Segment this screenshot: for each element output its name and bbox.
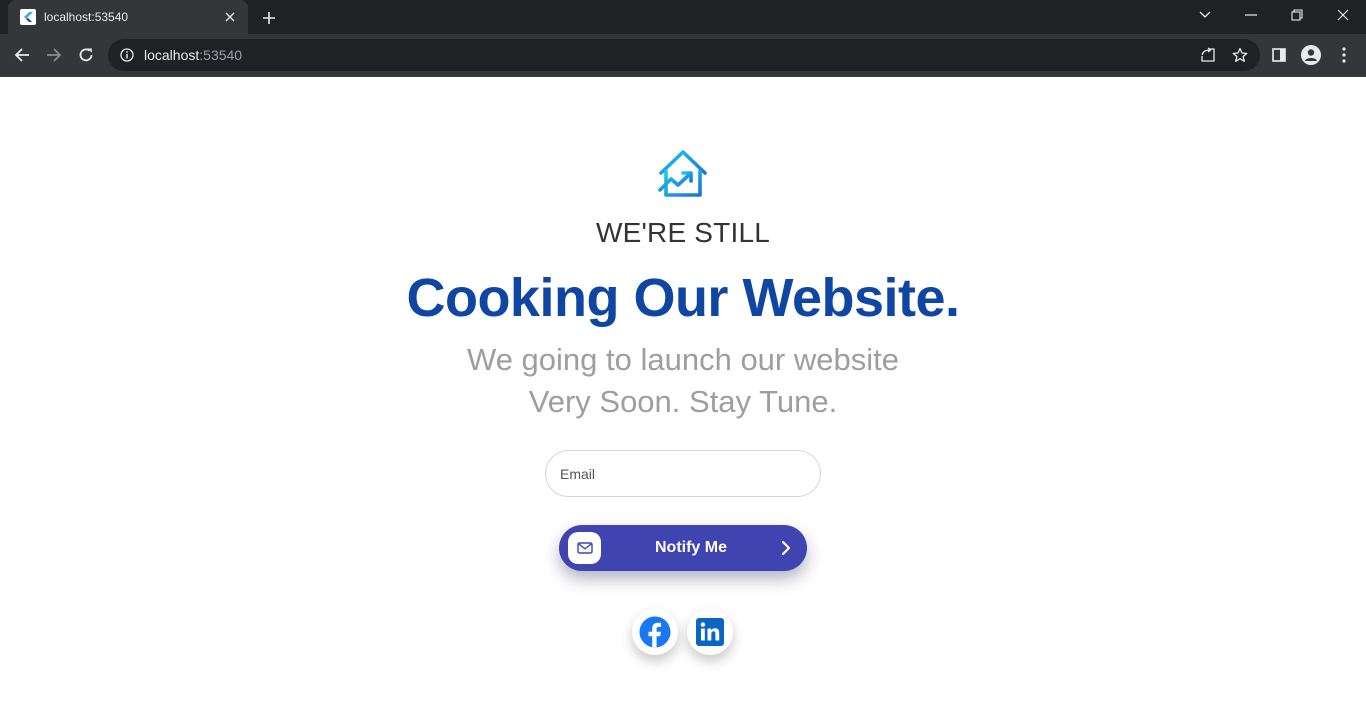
window-close-icon[interactable] xyxy=(1320,0,1366,30)
page-headline: Cooking Our Website. xyxy=(406,268,960,328)
email-field[interactable] xyxy=(545,450,821,497)
url-host: localhost xyxy=(144,47,200,63)
linkedin-button[interactable] xyxy=(687,609,733,655)
facebook-icon xyxy=(639,616,671,648)
subline-1: We going to launch our website xyxy=(467,342,899,377)
bookmark-star-icon[interactable] xyxy=(1226,41,1254,69)
facebook-button[interactable] xyxy=(632,609,678,655)
notify-me-button[interactable]: Notify Me xyxy=(559,525,807,571)
browser-toolbar: localhost:53540 xyxy=(0,34,1366,76)
house-trend-up-icon xyxy=(657,149,709,199)
profile-avatar-icon[interactable] xyxy=(1297,41,1325,69)
subline-2: Very Soon. Stay Tune. xyxy=(528,384,838,419)
kebab-menu-icon[interactable] xyxy=(1330,41,1358,69)
coming-soon-page: WE'RE STILL Cooking Our Website. We goin… xyxy=(0,77,1366,728)
share-icon[interactable] xyxy=(1194,41,1222,69)
browser-titlebar: localhost:53540 xyxy=(0,0,1366,34)
linkedin-icon xyxy=(696,618,724,646)
side-panel-icon[interactable] xyxy=(1265,41,1293,69)
reload-icon[interactable] xyxy=(72,41,100,69)
url-port: :53540 xyxy=(199,47,243,63)
new-tab-plus-icon[interactable] xyxy=(258,7,280,29)
browser-tab[interactable]: localhost:53540 xyxy=(8,0,248,34)
chevron-right-icon xyxy=(777,539,795,557)
forward-arrow-icon[interactable] xyxy=(40,41,68,69)
minimize-icon[interactable] xyxy=(1228,0,1274,30)
flutter-favicon-icon xyxy=(20,9,36,25)
restore-icon[interactable] xyxy=(1274,0,1320,30)
tab-search-chevron-icon[interactable] xyxy=(1182,0,1228,30)
address-bar[interactable]: localhost:53540 xyxy=(108,39,1260,71)
eyebrow-text: WE'RE STILL xyxy=(595,217,771,248)
tab-close-icon[interactable] xyxy=(222,9,238,25)
site-info-icon[interactable] xyxy=(120,48,134,62)
tab-title: localhost:53540 xyxy=(44,10,129,24)
back-arrow-icon[interactable] xyxy=(8,41,36,69)
